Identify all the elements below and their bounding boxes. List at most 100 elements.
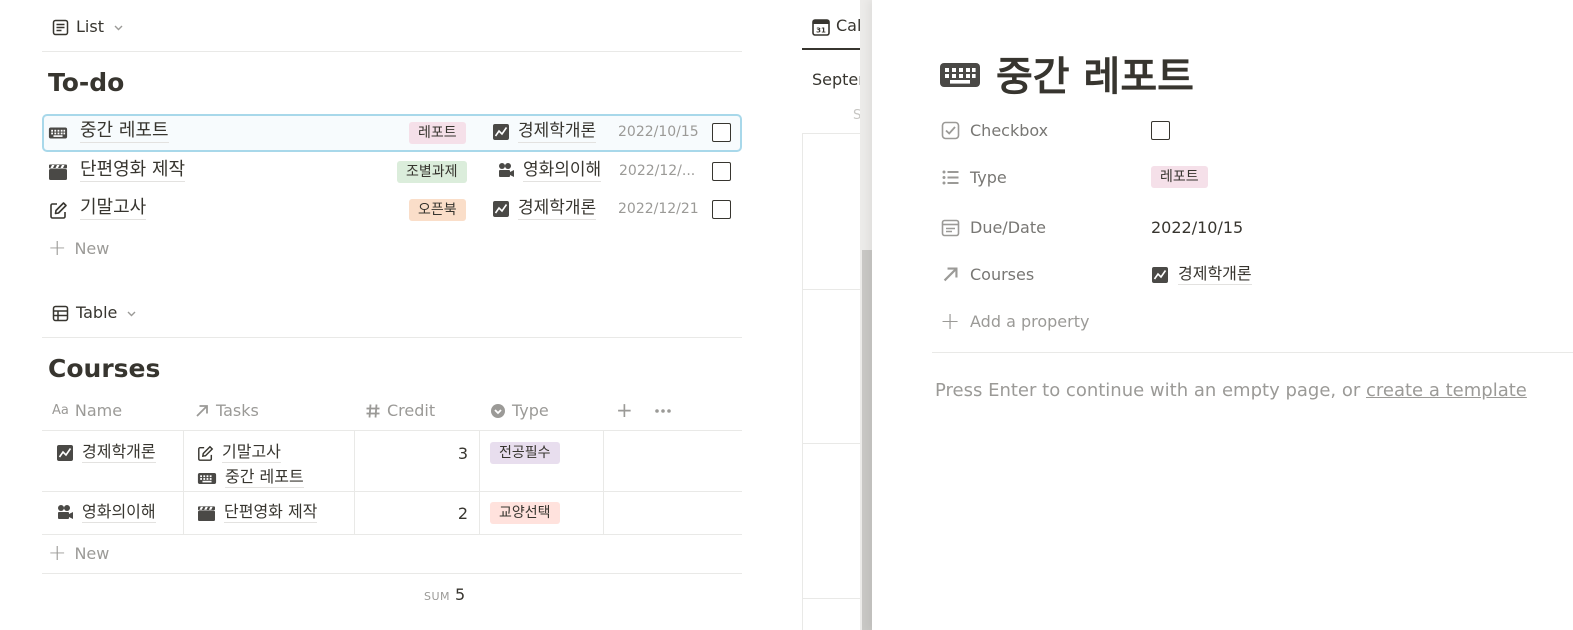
column-header-name[interactable]: Aa Name [52, 390, 122, 430]
checkbox-value[interactable] [1151, 120, 1170, 140]
type-tag: 전공필수 [490, 442, 560, 464]
cell-divider [603, 492, 604, 534]
task-link[interactable]: 중간 레포트 [197, 465, 304, 490]
scrollbar-thumb[interactable] [862, 250, 872, 630]
property-due-date[interactable]: Due/Date 2022/10/15 [940, 212, 1243, 242]
chevron-down-icon [113, 20, 124, 33]
text-property-icon: Aa [52, 402, 69, 418]
checkbox-property-icon [940, 120, 960, 140]
relation-arrow-icon [194, 401, 210, 420]
plus-icon: + [48, 235, 67, 261]
course-link[interactable]: 경제학개론 [492, 198, 597, 220]
todo-title-text[interactable]: 중간 레포트 [80, 120, 169, 143]
page-title[interactable]: 중간 레포트 [938, 44, 1194, 102]
calendar-icon: 31 [812, 16, 830, 36]
table-new-button[interactable]: + New [48, 540, 109, 566]
number-hash-icon [365, 401, 381, 420]
chart-icon [1151, 264, 1169, 284]
todo-title-text[interactable]: 기말고사 [80, 197, 147, 220]
table-view-switch[interactable]: Table [52, 303, 137, 322]
list-bullets-icon [940, 167, 960, 187]
divider [932, 352, 1573, 353]
film-camera-icon [497, 161, 515, 181]
empty-page-hint: Press Enter to continue with an empty pa… [935, 380, 1527, 401]
add-column-button[interactable]: + [616, 390, 633, 430]
table-row[interactable]: 영화의이해 단편영화 제작 2 교양선택 [42, 491, 742, 534]
credit-cell[interactable]: 2 [368, 504, 468, 523]
done-checkbox[interactable] [712, 200, 731, 219]
credit-cell[interactable]: 3 [368, 444, 468, 463]
clapperboard-icon [48, 162, 68, 182]
courses-title: Courses [48, 354, 161, 383]
type-cell[interactable]: 교양선택 [490, 502, 560, 524]
todo-row[interactable]: 중간 레포트 레포트 경제학개론 2022/10/15 [42, 114, 742, 152]
type-cell[interactable]: 전공필수 [490, 442, 560, 464]
chevron-down-icon [126, 306, 137, 319]
type-tag: 조별과제 [397, 161, 467, 183]
svg-text:31: 31 [816, 26, 826, 34]
task-link[interactable]: 단편영화 제작 [197, 500, 318, 525]
property-checkbox[interactable]: Checkbox [940, 115, 1170, 145]
divider [42, 337, 742, 338]
done-checkbox[interactable] [712, 123, 731, 142]
more-options-button[interactable] [654, 390, 672, 430]
sum-value: 5 [455, 585, 466, 604]
cell-divider [183, 431, 184, 491]
course-name-cell[interactable]: 경제학개론 [56, 442, 156, 463]
calendar-property-icon [940, 217, 960, 237]
plus-icon: + [48, 540, 67, 566]
film-camera-icon [56, 503, 74, 523]
course-link[interactable]: 영화의이해 [497, 160, 602, 182]
task-link[interactable]: 기말고사 [197, 440, 304, 465]
todo-row[interactable]: 단편영화 제작 조별과제 영화의이해 2022/12/... [42, 153, 742, 191]
sum-label: SUM [424, 590, 451, 603]
type-tag: 교양선택 [490, 502, 560, 524]
due-date-value[interactable]: 2022/10/15 [1151, 218, 1243, 237]
tasks-cell[interactable]: 단편영화 제작 [197, 500, 318, 525]
add-property-button[interactable]: + Add a property [939, 306, 1090, 336]
column-header-type[interactable]: Type [490, 390, 549, 430]
divider [42, 51, 742, 52]
list-view-icon [52, 17, 69, 36]
cell-divider [183, 492, 184, 534]
done-checkbox[interactable] [712, 162, 731, 181]
calendar-grid-line [802, 133, 803, 630]
cell-divider [479, 492, 480, 534]
list-new-button[interactable]: + New [48, 235, 109, 261]
select-circle-icon [490, 401, 506, 420]
table-row[interactable]: 경제학개론 기말고사 중간 레포트 3 전공필수 [42, 430, 742, 491]
course-link[interactable]: 경제학개론 [492, 121, 597, 143]
create-template-link[interactable]: create a template [1366, 380, 1527, 401]
todo-title: To-do [48, 68, 125, 97]
table-header: Aa Name Tasks Credit Type + [42, 390, 742, 430]
course-name-cell[interactable]: 영화의이해 [56, 502, 156, 523]
todo-title-text[interactable]: 단편영화 제작 [80, 159, 186, 182]
sum-calculation[interactable]: SUM 5 [424, 585, 465, 604]
clapperboard-icon [197, 503, 216, 522]
keyboard-icon [938, 50, 982, 96]
calendar-tab[interactable]: 31 Cal [812, 16, 861, 36]
pencil-square-icon [48, 200, 68, 220]
plus-icon: + [616, 398, 633, 422]
plus-icon: + [939, 307, 961, 335]
type-tag: 오픈북 [409, 199, 466, 221]
courses-value[interactable]: 경제학개론 [1151, 264, 1252, 285]
page-checkbox[interactable] [1151, 120, 1170, 140]
todo-row[interactable]: 기말고사 오픈북 경제학개론 2022/12/21 [42, 191, 742, 229]
calendar-month: Septer [812, 70, 865, 89]
page-peek-panel: 중간 레포트 Checkbox Type 레포트 Due/Date 2022/1… [872, 0, 1573, 630]
keyboard-icon [48, 123, 68, 143]
cell-divider [603, 431, 604, 491]
column-header-credit[interactable]: Credit [365, 390, 435, 430]
type-tag[interactable]: 레포트 [1151, 166, 1208, 188]
cell-divider [479, 431, 480, 491]
table-view-label: Table [76, 303, 118, 322]
property-type[interactable]: Type 레포트 [940, 162, 1208, 192]
chart-icon [56, 443, 74, 463]
type-tag: 레포트 [409, 122, 466, 144]
tasks-cell[interactable]: 기말고사 중간 레포트 [197, 440, 304, 490]
column-header-tasks[interactable]: Tasks [194, 390, 259, 430]
chart-icon [492, 199, 510, 219]
list-view-switch[interactable]: List [52, 17, 124, 36]
property-courses[interactable]: Courses 경제학개론 [940, 259, 1252, 289]
